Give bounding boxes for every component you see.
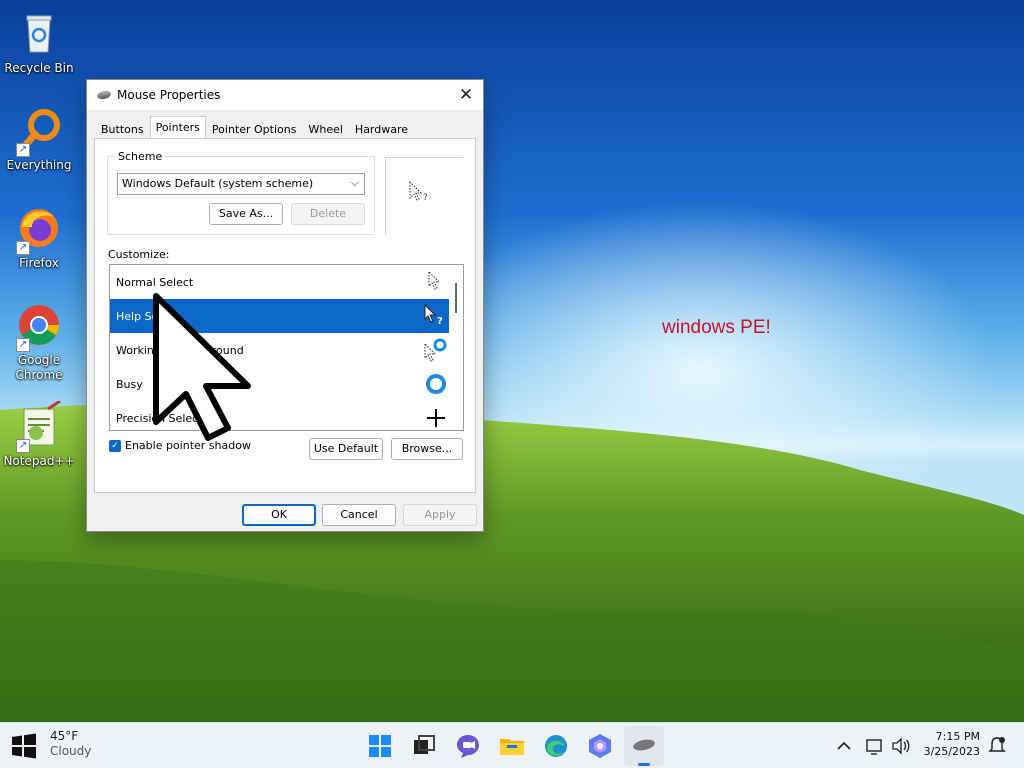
mouse-icon xyxy=(96,89,112,101)
desktop-text: windows PE! xyxy=(662,317,771,338)
edge-browser-icon[interactable] xyxy=(542,732,570,760)
working-in-background-cursor-icon xyxy=(424,338,447,362)
tab-bar: Buttons Pointers Pointer Options Wheel H… xyxy=(95,116,414,140)
svg-text:?: ? xyxy=(437,316,443,327)
help-select-cursor-icon: ? xyxy=(424,304,443,327)
mouse-icon xyxy=(633,739,655,751)
shortcut-arrow-icon: ↗ xyxy=(16,241,30,255)
checkmark-icon: ✓ xyxy=(109,439,121,452)
ok-button[interactable]: OK xyxy=(242,504,316,526)
desktop-icon-firefox[interactable]: ↗ Firefox xyxy=(3,203,75,271)
browse-button[interactable]: Browse... xyxy=(391,438,463,460)
firefox-icon: ↗ xyxy=(14,203,64,255)
desktop-icon-label: Firefox xyxy=(19,256,59,270)
tab-pointers[interactable]: Pointers xyxy=(149,116,206,140)
pointer-name: Busy xyxy=(116,377,143,391)
list-scrollbar[interactable] xyxy=(449,265,463,430)
desktop-icon-label: Notepad++ xyxy=(3,454,75,468)
windows-start-icon[interactable] xyxy=(10,732,38,760)
pointers-panel: Scheme Windows Default (system scheme) ⌵… xyxy=(94,138,476,493)
shortcut-arrow-icon: ↗ xyxy=(16,143,30,157)
desktop-icon-recycle-bin[interactable]: Recycle Bin xyxy=(3,8,75,76)
notification-bell-icon[interactable] xyxy=(986,732,1008,760)
scheme-dropdown[interactable]: Windows Default (system scheme) ⌵ xyxy=(117,173,365,195)
pointer-preview: ? xyxy=(385,157,463,235)
desktop-icon-label: Recycle Bin xyxy=(4,61,74,75)
shortcut-arrow-icon: ↗ xyxy=(16,338,30,352)
scheme-value: Windows Default (system scheme) xyxy=(122,177,314,190)
mouse-properties-window: Mouse Properties ✕ Buttons Pointers Poin… xyxy=(86,79,484,532)
copilot-app-icon[interactable] xyxy=(586,732,614,760)
tab-buttons[interactable]: Buttons xyxy=(95,118,150,140)
chrome-icon: ↗ xyxy=(14,300,64,352)
customize-label: Customize: xyxy=(108,248,170,261)
busy-cursor-icon xyxy=(426,374,446,394)
clock-time: 7:15 PM xyxy=(935,730,980,743)
svg-text:?: ? xyxy=(423,193,428,203)
precision-select-cursor-icon xyxy=(427,409,445,427)
notepad-plus-plus-icon: ↗ xyxy=(14,399,64,453)
close-button[interactable]: ✕ xyxy=(449,80,483,110)
title-bar[interactable]: Mouse Properties xyxy=(87,80,483,110)
chevron-up-icon[interactable] xyxy=(832,732,856,760)
tab-pointer-options[interactable]: Pointer Options xyxy=(206,118,303,140)
tab-hardware[interactable]: Hardware xyxy=(349,118,414,140)
list-item[interactable]: Normal Select xyxy=(110,265,463,299)
normal-select-cursor-icon xyxy=(428,270,441,290)
desktop-icon-everything[interactable]: ↗ Everything xyxy=(3,105,75,173)
desktop-icon-label: Everything xyxy=(6,158,72,172)
clock-date: 3/25/2023 xyxy=(923,745,980,758)
temperature: 45°F xyxy=(50,729,79,743)
desktop-icon-notepad-plus-plus[interactable]: ↗ Notepad++ xyxy=(3,399,75,469)
file-explorer-icon[interactable] xyxy=(498,732,526,760)
list-item[interactable]: Working In Background xyxy=(110,333,463,367)
search-magnifier-icon: ↗ xyxy=(14,105,64,157)
system-clock[interactable]: 7:15 PM 3/25/2023 xyxy=(924,729,980,759)
recycle-bin-icon xyxy=(14,8,64,58)
tab-wheel[interactable]: Wheel xyxy=(302,118,348,140)
list-item-selected[interactable]: Help Select ? xyxy=(110,299,463,333)
chevron-down-icon: ⌵ xyxy=(350,176,359,189)
delete-button[interactable]: Delete xyxy=(291,203,365,225)
network-icon[interactable] xyxy=(864,732,886,760)
window-title: Mouse Properties xyxy=(117,88,221,102)
cancel-button[interactable]: Cancel xyxy=(322,504,396,526)
active-indicator xyxy=(638,763,650,766)
use-default-button[interactable]: Use Default xyxy=(309,438,383,460)
teams-chat-icon[interactable] xyxy=(454,732,482,760)
scheme-label: Scheme xyxy=(115,150,166,163)
taskbar: 45°F Cloudy 7:15 PM 3/25/2023 xyxy=(0,722,1024,768)
pointer-name: Precision Select xyxy=(116,411,203,425)
pointer-name: Working In Background xyxy=(116,343,244,357)
enable-pointer-shadow-checkbox[interactable]: ✓ Enable pointer shadow xyxy=(109,439,251,452)
list-item[interactable]: Precision Select xyxy=(110,401,463,430)
volume-icon[interactable] xyxy=(890,732,912,760)
task-view-icon[interactable] xyxy=(410,732,438,760)
apply-button[interactable]: Apply xyxy=(403,504,477,526)
scrollbar-thumb[interactable] xyxy=(455,283,457,313)
pointer-name: Normal Select xyxy=(116,275,194,289)
checkbox-label: Enable pointer shadow xyxy=(125,439,251,452)
list-item[interactable]: Busy xyxy=(110,367,463,401)
pointer-list[interactable]: Normal Select Help Select ? Working In B… xyxy=(109,264,464,431)
desktop-icon-chrome[interactable]: ↗ Google Chrome xyxy=(3,300,75,383)
desktop-icon-label: Google Chrome xyxy=(15,353,63,382)
pointer-name: Help Select xyxy=(116,309,179,323)
shortcut-arrow-icon: ↗ xyxy=(16,439,30,453)
weather-widget[interactable]: 45°F Cloudy xyxy=(50,729,91,759)
weather-condition: Cloudy xyxy=(50,744,92,758)
start-button-icon[interactable] xyxy=(366,732,394,760)
mouse-properties-taskbar-item[interactable] xyxy=(624,726,664,766)
help-select-cursor-icon: ? xyxy=(409,180,428,203)
save-as-button[interactable]: Save As... xyxy=(209,203,283,225)
